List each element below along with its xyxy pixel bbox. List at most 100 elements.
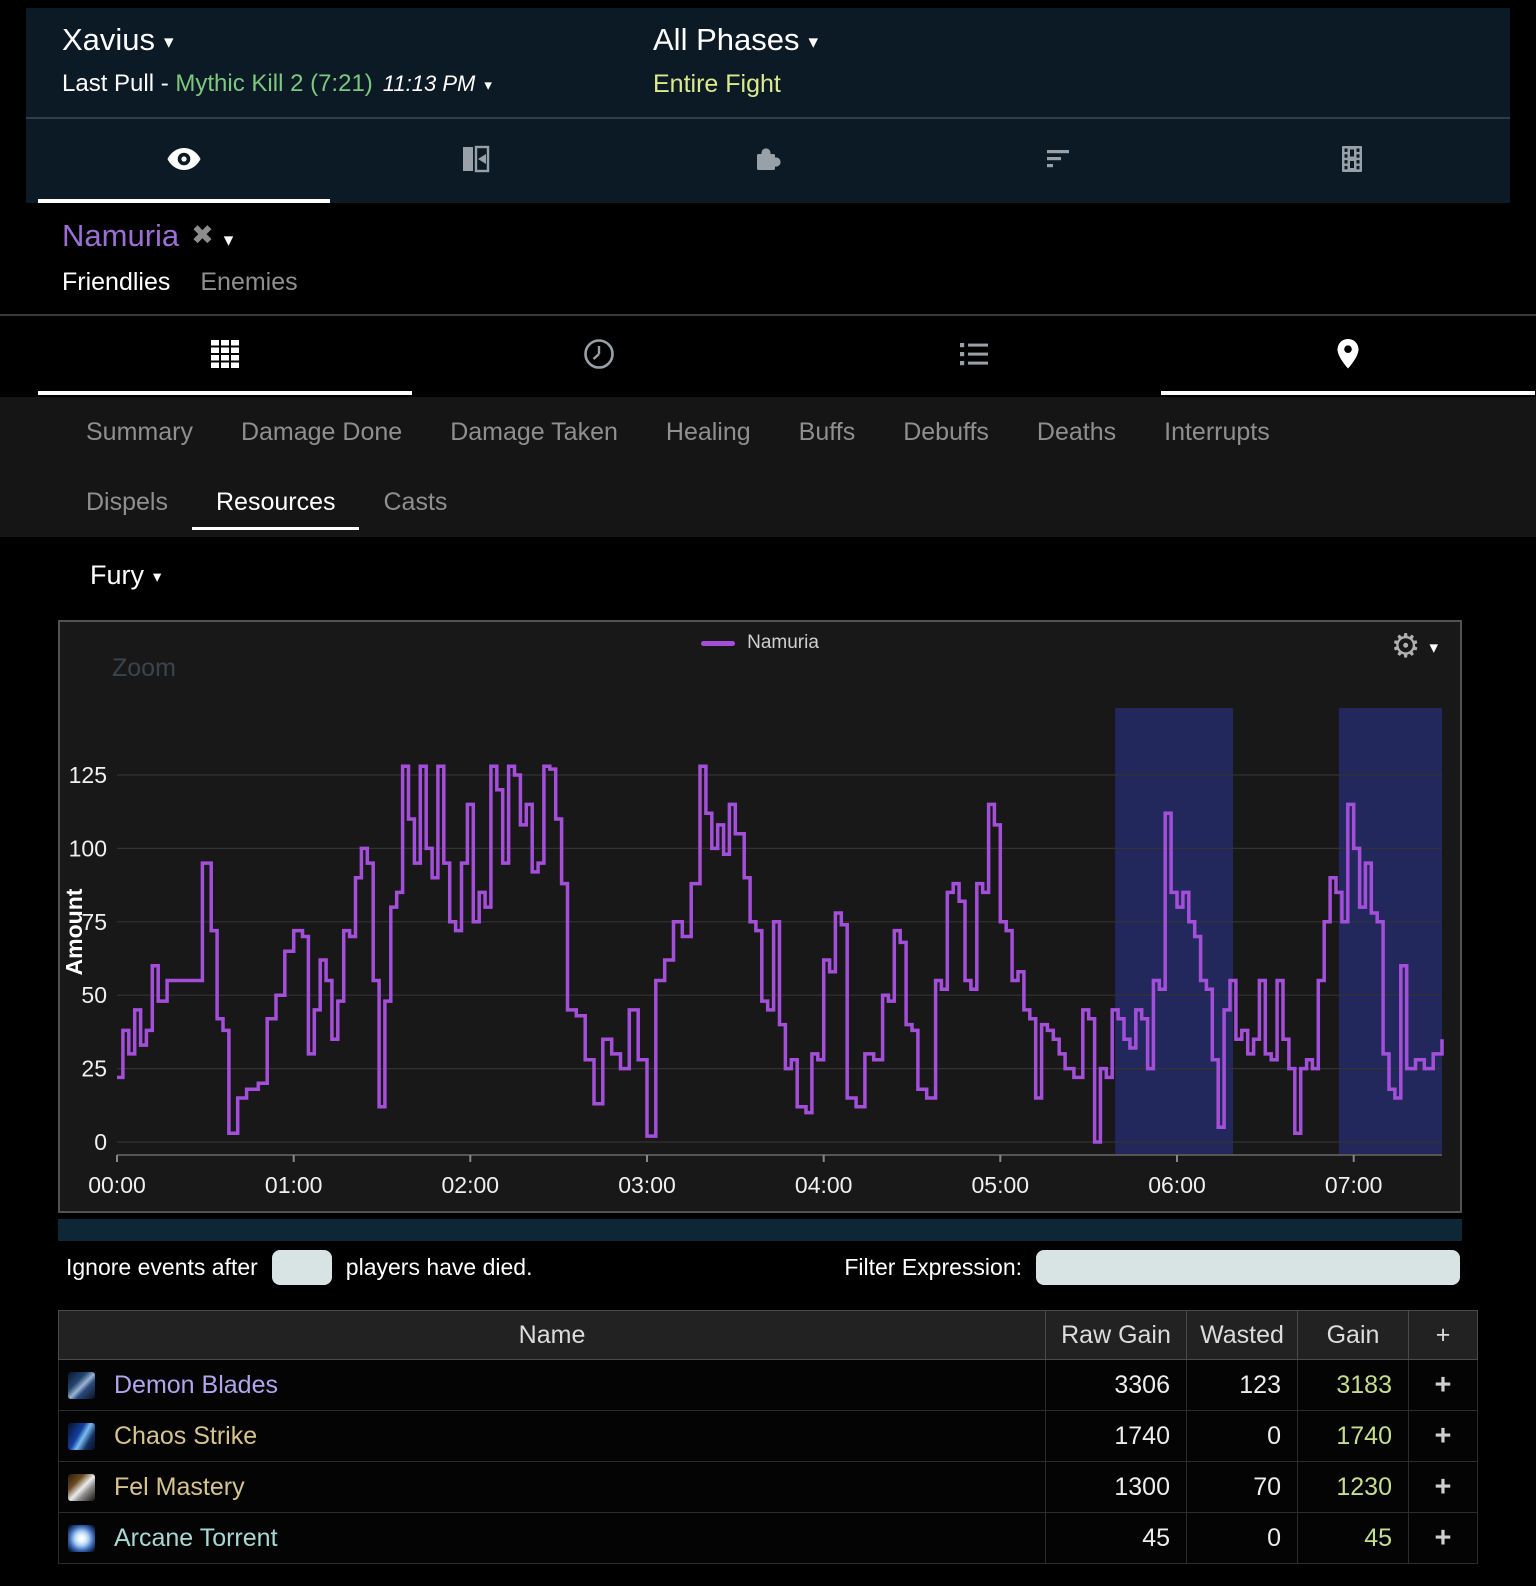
tab-debuffs[interactable]: Debuffs (879, 407, 1013, 460)
table-row: Arcane Torrent 45 0 45 + (59, 1513, 1478, 1564)
resource-chart: Namuria ⚙▾ Zoom 025507510012500:0001:000… (58, 620, 1462, 1213)
tab-casts[interactable]: Casts (359, 477, 471, 530)
table-header-row: Name Raw Gain Wasted Gain + (59, 1311, 1478, 1360)
gain-value: 1230 (1298, 1462, 1409, 1513)
table-row: Demon Blades 3306 123 3183 + (59, 1360, 1478, 1411)
expand-all-button[interactable]: + (1409, 1311, 1478, 1360)
svg-text:125: 125 (69, 762, 107, 788)
mode-tab-tables[interactable] (38, 316, 412, 395)
svg-text:01:00: 01:00 (265, 1172, 323, 1198)
pull-kill-label: Mythic Kill 2 (7:21) (175, 70, 372, 97)
pull-prefix: Last Pull - (62, 70, 175, 97)
boss-selector[interactable]: Xavius ▾ (62, 22, 174, 58)
expand-row-button[interactable]: + (1409, 1462, 1478, 1513)
expand-row-button[interactable]: + (1409, 1360, 1478, 1411)
svg-text:03:00: 03:00 (618, 1172, 676, 1198)
ignore-events-suffix: players have died. (346, 1254, 533, 1281)
raw-gain-value: 3306 (1046, 1360, 1187, 1411)
chart-navigator[interactable] (58, 1219, 1462, 1241)
svg-text:02:00: 02:00 (442, 1172, 500, 1198)
filter-expression-input[interactable] (1036, 1250, 1460, 1285)
ability-link[interactable]: Chaos Strike (114, 1422, 257, 1451)
phase-range-label: Entire Fight (653, 70, 781, 99)
ability-icon-arcane-torrent (68, 1525, 95, 1552)
map-pin-icon (1337, 339, 1359, 369)
chevron-down-icon: ▾ (164, 32, 174, 53)
raw-gain-value: 45 (1046, 1513, 1187, 1564)
svg-text:07:00: 07:00 (1325, 1172, 1383, 1198)
ignore-events-prefix: Ignore events after (66, 1254, 258, 1281)
chevron-down-icon[interactable]: ▾ (224, 230, 234, 251)
view-tab-overview[interactable] (38, 119, 330, 203)
ability-icon-chaos-strike (68, 1423, 95, 1450)
mode-tabs (38, 316, 1535, 395)
resource-type-label: Fury (90, 560, 144, 590)
phase-selector[interactable]: All Phases▾ (653, 22, 818, 58)
ability-link[interactable]: Demon Blades (114, 1371, 278, 1400)
table-row: Fel Mastery 1300 70 1230 + (59, 1462, 1478, 1513)
wasted-value: 70 (1187, 1462, 1298, 1513)
raw-gain-value: 1740 (1046, 1411, 1187, 1462)
phase-label: All Phases (653, 22, 799, 57)
warcraft-logs-app: Xavius ▾ Last Pull - Mythic Kill 2 (7:21)… (0, 0, 1536, 1586)
filter-expression-label: Filter Expression: (844, 1254, 1022, 1281)
svg-text:05:00: 05:00 (972, 1172, 1030, 1198)
pull-time: 11:13 PM (383, 71, 476, 96)
expand-row-button[interactable]: + (1409, 1513, 1478, 1564)
column-header-name[interactable]: Name (59, 1311, 1046, 1360)
analysis-tabs: SummaryDamage DoneDamage TakenHealingBuf… (0, 397, 1536, 537)
resource-gains-table: Name Raw Gain Wasted Gain + Demon Blades… (58, 1310, 1478, 1564)
ability-link[interactable]: Fel Mastery (114, 1473, 245, 1502)
view-tab-plugins[interactable] (622, 119, 914, 203)
resource-chart-plot[interactable]: 025507510012500:0001:0002:0003:0004:0005… (60, 622, 1460, 1211)
tab-resources[interactable]: Resources (192, 477, 360, 530)
boss-name: Xavius (62, 22, 155, 57)
view-tab-rankings[interactable] (914, 119, 1206, 203)
close-icon[interactable]: ✖ (191, 220, 214, 250)
svg-text:04:00: 04:00 (795, 1172, 853, 1198)
target-selector[interactable]: Namuria✖▾ (62, 218, 233, 254)
pull-selector[interactable]: Last Pull - Mythic Kill 2 (7:21) 11:13 PM… (62, 70, 492, 98)
tab-buffs[interactable]: Buffs (775, 407, 880, 460)
ability-icon-demon-blades (68, 1372, 95, 1399)
tab-summary[interactable]: Summary (62, 407, 217, 460)
group-friendlies[interactable]: Friendlies (62, 268, 170, 296)
column-header-wasted[interactable]: Wasted (1187, 1311, 1298, 1360)
ability-link[interactable]: Arcane Torrent (114, 1524, 278, 1553)
expand-row-button[interactable]: + (1409, 1411, 1478, 1462)
wasted-value: 0 (1187, 1513, 1298, 1564)
tab-interrupts[interactable]: Interrupts (1140, 407, 1294, 460)
bars-icon (1047, 149, 1073, 169)
tab-damage-done[interactable]: Damage Done (217, 407, 426, 460)
view-tabs (38, 119, 1498, 203)
tab-healing[interactable]: Healing (642, 407, 775, 460)
view-tab-door[interactable] (330, 119, 622, 203)
puzzle-icon (753, 144, 783, 174)
resource-type-selector[interactable]: Fury ▾ (90, 560, 161, 591)
table-row: Chaos Strike 1740 0 1740 + (59, 1411, 1478, 1462)
gain-value: 45 (1298, 1513, 1409, 1564)
mode-tab-positions[interactable] (1161, 316, 1535, 395)
ignore-deaths-input[interactable] (272, 1250, 332, 1285)
tab-dispels[interactable]: Dispels (62, 477, 192, 530)
tab-deaths[interactable]: Deaths (1013, 407, 1140, 460)
chevron-down-icon: ▾ (153, 567, 161, 586)
svg-text:0: 0 (94, 1129, 107, 1155)
wasted-value: 0 (1187, 1411, 1298, 1462)
wasted-value: 123 (1187, 1360, 1298, 1411)
svg-text:50: 50 (81, 982, 107, 1008)
gain-value: 1740 (1298, 1411, 1409, 1462)
group-enemies[interactable]: Enemies (200, 268, 297, 296)
tab-damage-taken[interactable]: Damage Taken (426, 407, 642, 460)
column-header-gain[interactable]: Gain (1298, 1311, 1409, 1360)
grid-icon (210, 339, 240, 369)
svg-text:00:00: 00:00 (88, 1172, 146, 1198)
list-icon (960, 342, 988, 366)
column-header-raw-gain[interactable]: Raw Gain (1046, 1311, 1187, 1360)
view-tab-replay[interactable] (1206, 119, 1498, 203)
eye-icon (166, 146, 202, 172)
target-group-toggle: Friendlies Enemies (62, 268, 328, 297)
filter-controls: Ignore events after players have died. F… (66, 1250, 1466, 1288)
mode-tab-events[interactable] (787, 316, 1161, 395)
mode-tab-timeline[interactable] (412, 316, 786, 395)
